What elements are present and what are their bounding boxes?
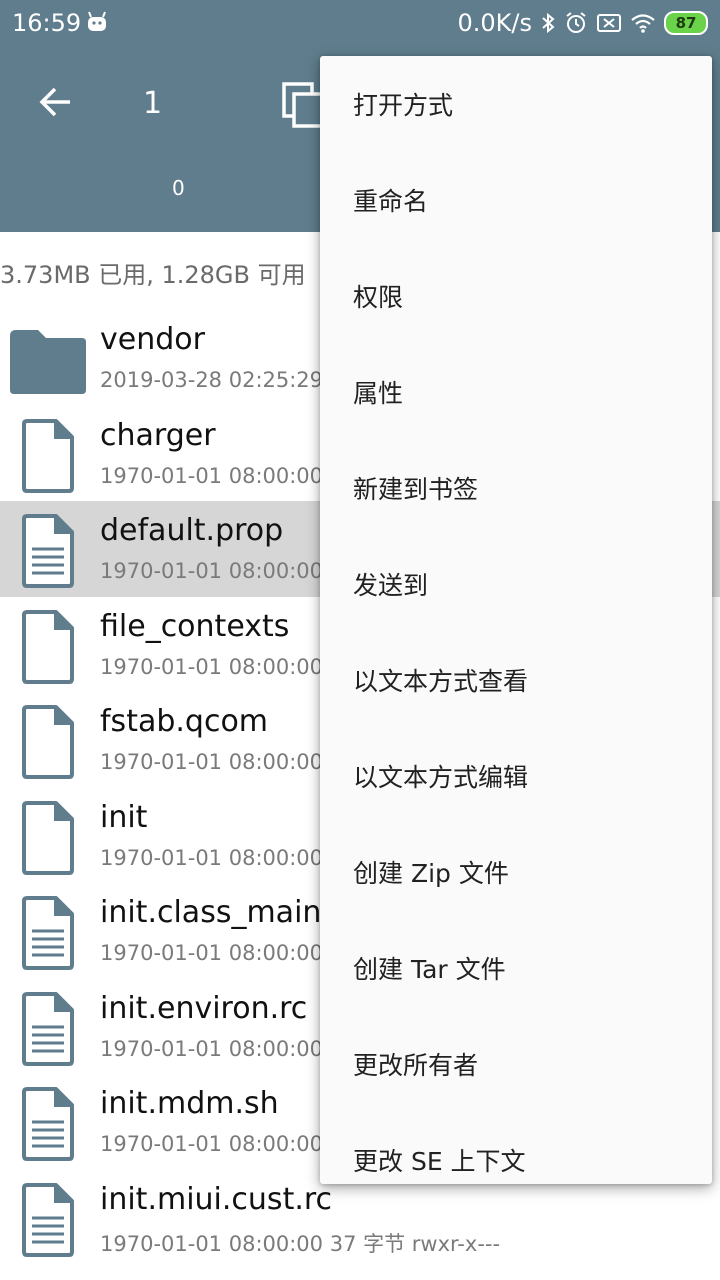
alarm-icon <box>566 12 586 33</box>
status-time: 16:59 <box>12 9 82 37</box>
file-icon <box>22 800 74 875</box>
file-meta: 1970-01-01 08:00:00 <box>100 941 324 965</box>
file-icon <box>22 705 74 779</box>
file-meta: 1970-01-01 08:00:00 <box>100 845 324 870</box>
folder-icon <box>10 330 86 394</box>
menu-item[interactable]: 新建到书签 <box>320 440 712 536</box>
menu-item[interactable]: 打开方式 <box>320 56 712 152</box>
wifi-icon <box>631 14 655 33</box>
selected-count: 1 <box>143 86 163 121</box>
arrow-back-icon <box>39 87 70 117</box>
menu-item[interactable]: 更改所有者 <box>320 1016 712 1112</box>
back-button[interactable] <box>32 78 80 126</box>
storage-info: 3.73MB 已用, 1.28GB 可用 <box>0 261 306 289</box>
file-meta: 1970-01-01 08:00:00 <box>100 1132 324 1156</box>
battery-indicator: 87 <box>664 11 708 35</box>
file-name: vendor <box>100 322 205 357</box>
file-name: default.prop <box>100 513 284 548</box>
menu-item[interactable]: 属性 <box>320 344 712 440</box>
file-name: init <box>100 799 148 835</box>
file-meta: 1970-01-01 08:00:00 <box>100 463 324 488</box>
text-file-icon <box>22 896 74 970</box>
menu-item[interactable]: 以文本方式查看 <box>320 632 712 728</box>
bluetooth-icon <box>542 12 555 34</box>
file-name: init.mdm.sh <box>100 1086 279 1121</box>
menu-item[interactable]: 以文本方式编辑 <box>320 728 712 824</box>
file-name: charger <box>100 417 216 453</box>
file-name: file_contexts <box>100 608 290 644</box>
network-speed: 0.0K/s <box>457 9 533 37</box>
file-meta: 1970-01-01 08:00:00 <box>100 750 324 774</box>
file-icon <box>22 418 74 493</box>
menu-item[interactable]: 创建 Tar 文件 <box>320 920 712 1016</box>
tab-label[interactable]: 0 <box>172 176 185 200</box>
menu-item[interactable]: 权限 <box>320 248 712 344</box>
file-meta: 2019-03-28 02:25:29 <box>100 368 324 392</box>
menu-item[interactable]: 创建 Zip 文件 <box>320 824 712 920</box>
file-name: init.class_main <box>100 895 322 930</box>
android-notification-icon <box>88 11 106 31</box>
text-file-icon <box>22 514 74 588</box>
menu-item[interactable]: 重命名 <box>320 152 712 248</box>
context-menu: 打开方式 重命名 权限 属性 新建到书签 发送到 以文本方式查看 以文本方式编辑 创建 Zip … <box>320 56 712 1184</box>
file-meta: 1970-01-01 08:00:00 <box>100 1036 324 1061</box>
text-file-icon <box>22 991 74 1066</box>
file-name: init.miui.cust.rc <box>100 1181 333 1217</box>
file-icon <box>22 609 74 684</box>
text-file-icon <box>22 1087 74 1161</box>
file-name: fstab.qcom <box>100 704 269 739</box>
status-bar: 16:59 0.0K/s 87 <box>0 0 720 50</box>
file-meta: 1970-01-01 08:00:00 <box>100 654 324 679</box>
file-meta: 1970-01-01 08:00:00 37 字节 rwxr-x--- <box>100 1231 501 1256</box>
file-name: init.environ.rc <box>100 990 308 1026</box>
text-file-icon <box>22 1182 74 1257</box>
file-meta: 1970-01-01 08:00:00 <box>100 559 324 583</box>
copy-icon[interactable] <box>280 80 324 130</box>
status-right: 0.0K/s 87 <box>457 9 708 37</box>
menu-item[interactable]: 发送到 <box>320 536 712 632</box>
menu-item[interactable]: 更改 SE 上下文 <box>320 1112 712 1184</box>
sim-off-icon <box>597 14 621 32</box>
